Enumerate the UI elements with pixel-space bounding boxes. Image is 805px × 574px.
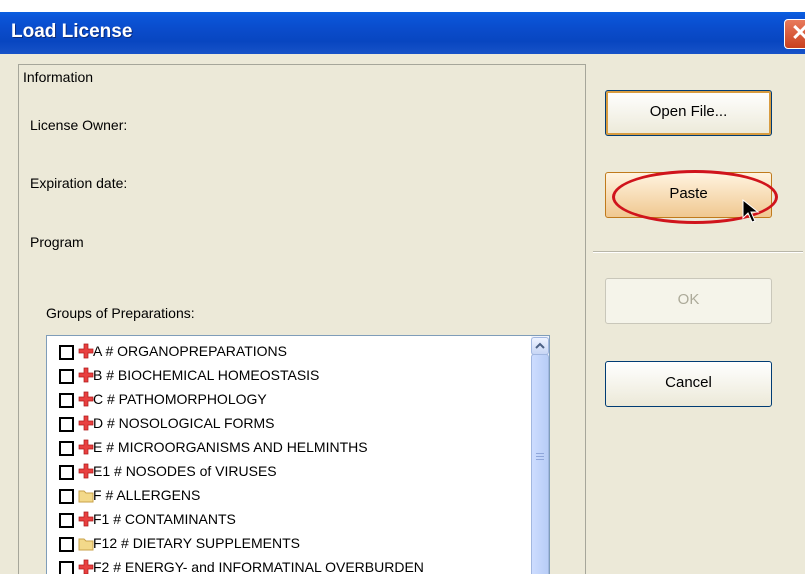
information-legend: Information [23, 69, 94, 85]
red-cross-icon [78, 439, 94, 455]
chevron-up-icon [535, 342, 545, 349]
dialog-body: Information License Owner: Expiration da… [0, 54, 805, 574]
checkbox[interactable] [59, 417, 74, 432]
red-cross-icon [78, 391, 94, 407]
folder-icon [78, 487, 94, 503]
scroll-up-button[interactable] [531, 337, 549, 355]
list-item-label: F # ALLERGENS [93, 487, 201, 503]
checkbox[interactable] [59, 393, 74, 408]
program-label: Program [30, 234, 84, 250]
red-cross-icon [78, 559, 94, 574]
scroll-thumb[interactable] [531, 354, 549, 574]
list-item-label: F2 # ENERGY- and INFORMATINAL OVERBURDEN [93, 559, 424, 574]
folder-icon [78, 535, 94, 551]
close-button[interactable]: ✕ [784, 19, 805, 49]
red-cross-icon [78, 367, 94, 383]
red-cross-icon [78, 415, 94, 431]
information-group: Information License Owner: Expiration da… [18, 64, 586, 574]
list-item-label: F12 # DIETARY SUPPLEMENTS [93, 535, 300, 551]
list-item-label: E1 # NOSODES of VIRUSES [93, 463, 277, 479]
red-cross-icon [78, 343, 94, 359]
open-file-button[interactable]: Open File... [605, 90, 772, 136]
expiration-date-label: Expiration date: [30, 175, 128, 191]
list-item-label: B # BIOCHEMICAL HOMEOSTASIS [93, 367, 320, 383]
red-cross-icon [78, 463, 94, 479]
checkbox[interactable] [59, 345, 74, 360]
mouse-cursor-icon [742, 199, 760, 223]
checkbox[interactable] [59, 489, 74, 504]
list-item-label: A # ORGANOPREPARATIONS [93, 343, 287, 359]
list-item-label: E # MICROORGANISMS AND HELMINTHS [93, 439, 368, 455]
checkbox[interactable] [59, 513, 74, 528]
checkbox[interactable] [59, 561, 74, 574]
window-title: Load License [11, 21, 133, 42]
checkbox[interactable] [59, 537, 74, 552]
license-owner-label: License Owner: [30, 117, 128, 133]
list-item-label: D # NOSOLOGICAL FORMS [93, 415, 275, 431]
ok-button[interactable]: OK [605, 278, 772, 324]
checkbox[interactable] [59, 441, 74, 456]
title-bar[interactable]: Load License ✕ [0, 12, 805, 54]
close-icon: ✕ [791, 20, 805, 45]
vertical-scrollbar[interactable] [531, 336, 549, 574]
list-item-label: C # PATHOMORPHOLOGY [93, 391, 267, 407]
groups-label: Groups of Preparations: [46, 305, 195, 321]
red-cross-icon [78, 511, 94, 527]
groups-list[interactable]: A # ORGANOPREPARATIONS B # BIOCHEMICAL HO… [46, 335, 550, 574]
separator [593, 251, 803, 253]
list-item-label: F1 # CONTAMINANTS [93, 511, 236, 527]
load-license-dialog: Load License ✕ Information License Owner… [0, 0, 805, 574]
checkbox[interactable] [59, 369, 74, 384]
checkbox[interactable] [59, 465, 74, 480]
cancel-button[interactable]: Cancel [605, 361, 772, 407]
